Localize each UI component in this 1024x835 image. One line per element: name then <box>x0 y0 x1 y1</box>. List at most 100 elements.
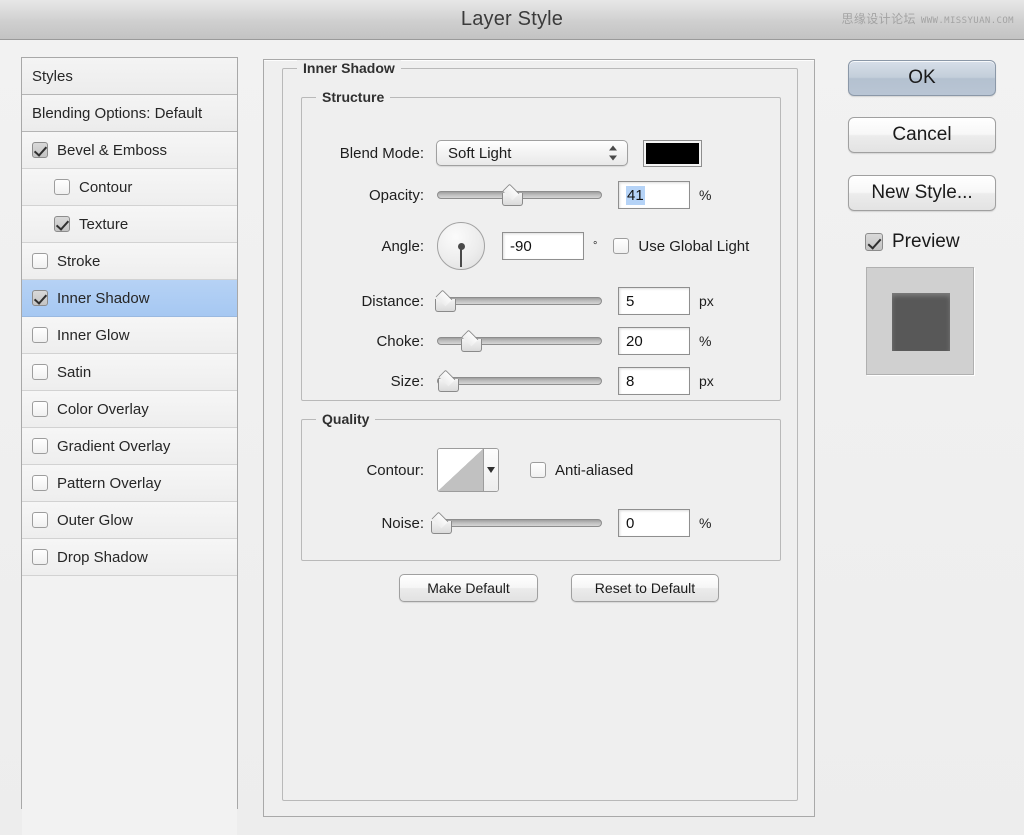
new-style-button[interactable]: New Style... <box>848 175 996 211</box>
choke-unit: % <box>699 333 712 349</box>
size-value: 8 <box>626 372 635 390</box>
sidebar-item-bevel-emboss[interactable]: Bevel & Emboss <box>22 132 237 169</box>
choke-label: Choke: <box>376 332 424 350</box>
contour-row: Contour: Anti-aliased <box>302 446 762 494</box>
cancel-button[interactable]: Cancel <box>848 117 996 153</box>
effect-enable-checkbox[interactable] <box>32 253 48 269</box>
sidebar-item-inner-shadow[interactable]: Inner Shadow <box>22 280 237 317</box>
opacity-slider-thumb[interactable] <box>502 187 524 206</box>
distance-slider-thumb[interactable] <box>434 293 456 312</box>
structure-group-title: Structure <box>316 89 391 105</box>
effect-enable-checkbox[interactable] <box>32 290 48 306</box>
quality-group: Quality Contour: Anti-aliased Noise: 0 % <box>301 411 781 561</box>
reset-to-default-button[interactable]: Reset to Default <box>571 574 719 602</box>
angle-input[interactable]: -90 <box>502 232 584 260</box>
effect-enable-checkbox[interactable] <box>54 179 70 195</box>
sidebar-item-label: Pattern Overlay <box>57 474 162 492</box>
effect-enable-checkbox[interactable] <box>32 549 48 565</box>
sidebar-item-stroke[interactable]: Stroke <box>22 243 237 280</box>
noise-slider-thumb[interactable] <box>431 515 453 534</box>
inner-shadow-group-title: Inner Shadow <box>297 60 401 76</box>
sidebar-item-contour[interactable]: Contour <box>22 169 237 206</box>
sidebar-item-pattern-overlay[interactable]: Pattern Overlay <box>22 465 237 502</box>
distance-slider-track <box>437 297 602 305</box>
make-default-button[interactable]: Make Default <box>399 574 538 602</box>
choke-row: Choke: 20 % <box>302 327 762 355</box>
size-slider[interactable] <box>437 371 602 392</box>
angle-value: -90 <box>510 237 532 255</box>
choke-value: 20 <box>626 332 643 350</box>
blend-mode-label: Blend Mode: <box>339 144 424 162</box>
sidebar-item-label: Texture <box>79 215 129 233</box>
title-bar: Layer Style 思缘设计论坛 WWW.MISSYUAN.COM <box>0 0 1024 40</box>
anti-aliased-label: Anti-aliased <box>555 461 634 479</box>
sidebar-item-label: Inner Glow <box>57 326 130 344</box>
angle-row: Angle: -90 ° Use Global Light <box>302 220 772 272</box>
preview-label: Preview <box>892 231 960 252</box>
sidebar-item-color-overlay[interactable]: Color Overlay <box>22 391 237 428</box>
noise-input[interactable]: 0 <box>618 509 690 537</box>
shadow-color-swatch[interactable] <box>643 139 702 167</box>
effect-enable-checkbox[interactable] <box>32 512 48 528</box>
effect-enable-checkbox[interactable] <box>54 216 70 232</box>
noise-slider[interactable] <box>431 513 602 534</box>
chevron-down-icon[interactable] <box>484 449 498 491</box>
sidebar-item-drop-shadow[interactable]: Drop Shadow <box>22 539 237 576</box>
opacity-input[interactable]: 41 <box>618 181 690 209</box>
opacity-label: Opacity: <box>368 186 424 204</box>
opacity-slider[interactable] <box>437 185 602 206</box>
blending-options-label: Blending Options: Default <box>32 104 203 122</box>
size-input[interactable]: 8 <box>618 367 690 395</box>
choke-slider[interactable] <box>437 331 602 352</box>
distance-value: 5 <box>626 292 635 310</box>
effect-enable-checkbox[interactable] <box>32 142 48 158</box>
effect-enable-checkbox[interactable] <box>32 327 48 343</box>
blending-options-row[interactable]: Blending Options: Default <box>22 95 237 132</box>
anti-aliased-checkbox[interactable] <box>530 462 546 478</box>
styles-list-panel: Styles Blending Options: Default Bevel &… <box>21 57 238 835</box>
sidebar-item-gradient-overlay[interactable]: Gradient Overlay <box>22 428 237 465</box>
inner-shadow-group: Inner Shadow Structure Blend Mode: Soft … <box>282 60 798 801</box>
use-global-light-checkbox[interactable] <box>613 238 630 254</box>
sidebar-item-texture[interactable]: Texture <box>22 206 237 243</box>
angle-dial[interactable] <box>437 222 485 270</box>
ok-button[interactable]: OK <box>848 60 996 96</box>
layer-style-dialog: Layer Style 思缘设计论坛 WWW.MISSYUAN.COM Style… <box>0 0 1024 835</box>
blend-mode-select[interactable]: Soft Light <box>436 140 628 166</box>
sidebar-item-label: Inner Shadow <box>57 289 150 307</box>
choke-input[interactable]: 20 <box>618 327 690 355</box>
preview-toggle-row[interactable]: Preview <box>848 231 998 253</box>
preview-shape <box>892 293 950 351</box>
watermark-cn: 思缘设计论坛 <box>841 12 916 26</box>
sidebar-item-satin[interactable]: Satin <box>22 354 237 391</box>
sidebar-item-inner-glow[interactable]: Inner Glow <box>22 317 237 354</box>
preview-checkbox[interactable] <box>865 233 883 251</box>
distance-input[interactable]: 5 <box>618 287 690 315</box>
watermark-en: WWW.MISSYUAN.COM <box>920 16 1014 26</box>
use-global-light-label: Use Global Light <box>638 237 750 255</box>
noise-row: Noise: 0 % <box>302 509 762 537</box>
styles-list-header[interactable]: Styles <box>22 58 237 95</box>
structure-group: Structure Blend Mode: Soft Light Opacity… <box>301 89 781 401</box>
effect-enable-checkbox[interactable] <box>32 438 48 454</box>
choke-slider-thumb[interactable] <box>461 333 482 352</box>
opacity-unit: % <box>699 187 712 203</box>
size-slider-thumb[interactable] <box>437 373 459 392</box>
contour-label: Contour: <box>366 461 424 479</box>
effect-enable-checkbox[interactable] <box>32 475 48 491</box>
effect-enable-checkbox[interactable] <box>32 364 48 380</box>
blend-mode-row: Blend Mode: Soft Light <box>302 139 762 167</box>
contour-preset-picker[interactable] <box>437 448 499 492</box>
noise-value: 0 <box>626 514 635 532</box>
noise-unit: % <box>699 515 712 531</box>
effect-enable-checkbox[interactable] <box>32 401 48 417</box>
sidebar-item-outer-glow[interactable]: Outer Glow <box>22 502 237 539</box>
effect-settings-panel: Inner Shadow Structure Blend Mode: Soft … <box>263 59 815 817</box>
sidebar-item-label: Outer Glow <box>57 511 133 529</box>
sidebar-item-label: Drop Shadow <box>57 548 148 566</box>
distance-slider[interactable] <box>434 291 602 312</box>
distance-label: Distance: <box>361 292 424 310</box>
size-slider-track <box>437 377 602 385</box>
quality-group-title: Quality <box>316 411 376 427</box>
distance-row: Distance: 5 px <box>302 287 762 315</box>
